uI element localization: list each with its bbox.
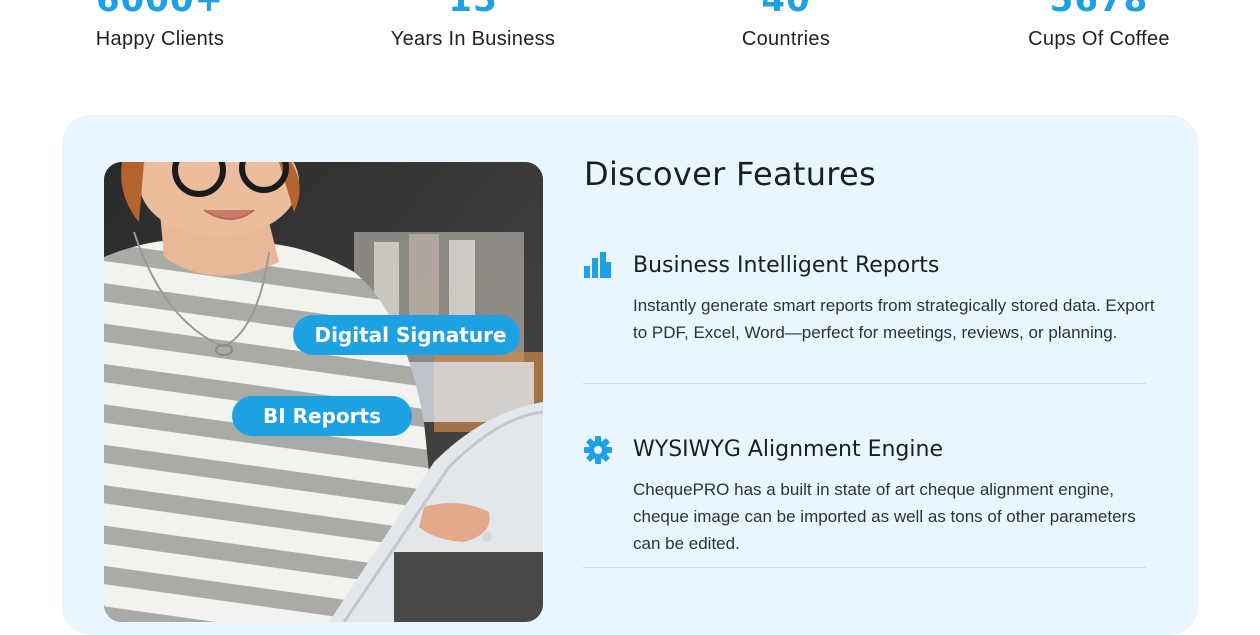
stat-value: 40 — [761, 0, 811, 20]
stat-happy-clients: 6000+ Happy Clients — [40, 0, 280, 54]
feature-divider — [583, 383, 1146, 384]
bi-reports-badge: BI Reports — [232, 396, 412, 436]
stat-value: 5678 — [1049, 0, 1149, 20]
feature-description: ChequePRO has a built in state of art ch… — [633, 480, 1136, 553]
woman-reading-document-photo — [104, 162, 543, 622]
stat-label: Happy Clients — [95, 28, 225, 50]
stat-value: 6000+ — [95, 0, 225, 20]
stat-label: Countries — [741, 28, 831, 50]
stat-label: Years In Business — [390, 28, 556, 50]
stat-cups-of-coffee: 5678 Cups Of Coffee — [979, 0, 1219, 54]
feature-divider — [583, 567, 1146, 568]
stat-countries: 40 Countries — [666, 0, 906, 54]
section-title: Discover Features — [584, 155, 877, 193]
stat-years-in-business: 15 Years In Business — [353, 0, 593, 54]
feature-title: WYSIWYG Alignment Engine — [633, 437, 943, 462]
feature-description: Instantly generate smart reports from st… — [633, 296, 1155, 342]
stat-value: 15 — [448, 0, 498, 20]
bar-chart-icon — [584, 252, 612, 280]
stat-label: Cups Of Coffee — [1028, 28, 1170, 50]
feature-title: Business Intelligent Reports — [633, 253, 940, 278]
digital-signature-badge: Digital Signature — [293, 315, 520, 355]
gear-icon — [584, 436, 612, 464]
